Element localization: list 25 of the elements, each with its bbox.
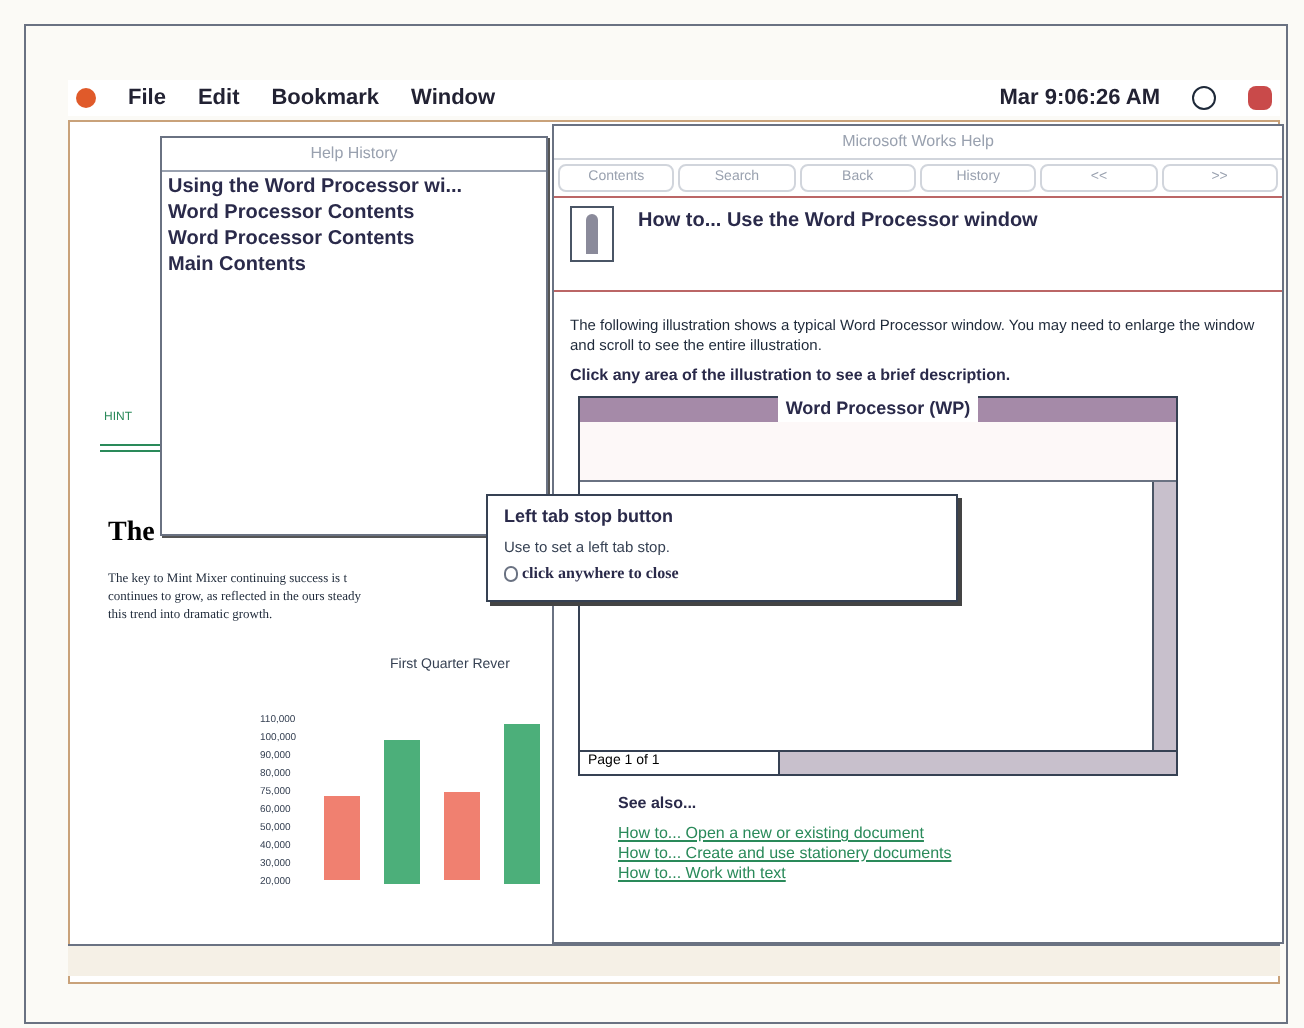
topic-heading: How to... Use the Word Processor window xyxy=(638,208,1038,236)
history-item[interactable]: Word Processor Contents xyxy=(168,226,540,252)
menu-item[interactable]: Bookmark xyxy=(271,81,380,115)
document-heading: The xyxy=(108,516,155,552)
window-title: Help History xyxy=(162,138,546,172)
window-title: Microsoft Works Help xyxy=(554,126,1282,160)
scroll-bar[interactable] xyxy=(1152,482,1176,750)
topic-link[interactable]: How to... Work with text xyxy=(618,864,1266,884)
history-item[interactable]: Using the Word Processor wi... xyxy=(168,174,540,200)
double-rule xyxy=(100,444,160,452)
window-title: Word Processor (WP) xyxy=(777,396,979,424)
scroll-bar[interactable] xyxy=(780,752,1176,774)
history-item[interactable]: Main Contents xyxy=(168,252,540,278)
instruction-text: Click any area of the illustration to see a brief description. xyxy=(570,364,1013,388)
menu-item[interactable]: File xyxy=(128,81,166,115)
history-item[interactable]: Word Processor Contents xyxy=(168,200,540,226)
topic-link[interactable]: How to... Open a new or existing document xyxy=(618,824,1266,844)
see-also-label: See also... xyxy=(618,792,699,816)
menu-item[interactable]: Edit xyxy=(197,81,240,115)
menu-item[interactable]: Window xyxy=(411,81,496,115)
menu-clock: Mar 9:06:26 AM xyxy=(999,83,1160,114)
pencil-icon xyxy=(570,206,614,262)
close-hint: click anywhere to close xyxy=(522,561,679,586)
topic-link[interactable]: How to... Create and use stationery documents xyxy=(618,844,1266,864)
popup-title: Left tab stop button xyxy=(504,504,675,530)
